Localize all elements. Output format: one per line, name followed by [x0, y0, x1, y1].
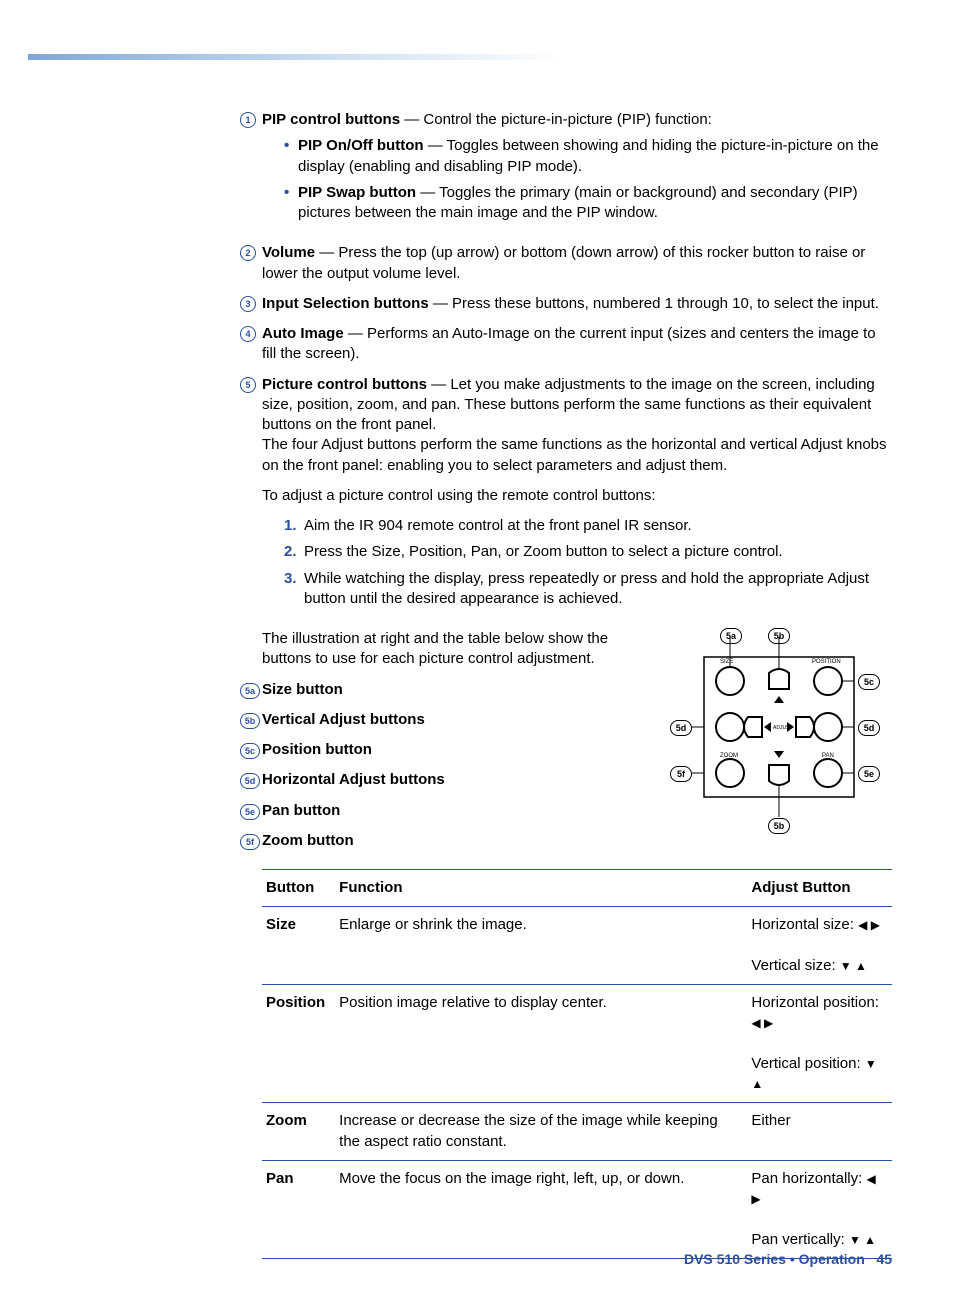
- sub-5e: Pan button: [262, 801, 340, 821]
- callout-5: 5 Picture control buttons — Let you make…: [240, 375, 892, 620]
- adjust-table: Button Function Adjust Button Size Enlar…: [262, 869, 892, 1259]
- remote-diagram: SIZE POSITION ZOOM PAN ADJUST 5a 5b: [662, 629, 892, 839]
- footer-title: DVS 510 Series • Operation: [684, 1251, 865, 1267]
- callout-1-title: PIP control buttons: [262, 111, 400, 128]
- callout-2-desc: — Press the top (up arrow) or bottom (do…: [262, 244, 865, 281]
- callout-number-2: 2: [240, 243, 262, 261]
- subcallout-5a: 5aSize button: [240, 680, 642, 700]
- diag-callout-5d-right: 5d: [858, 719, 880, 736]
- diag-callout-5e: 5e: [858, 765, 880, 782]
- cell-zoom-func: Increase or decrease the size of the ima…: [335, 1103, 747, 1161]
- cell-pan-func: Move the focus on the image right, left,…: [335, 1160, 747, 1258]
- cell-position: Position: [266, 994, 325, 1011]
- callout-5-title: Picture control buttons: [262, 376, 427, 393]
- table-row: Pan Move the focus on the image right, l…: [262, 1160, 892, 1258]
- subcallout-5e: 5ePan button: [240, 801, 642, 821]
- callout-1: 1 PIP control buttons — Control the pict…: [240, 110, 892, 233]
- steps-list: Aim the IR 904 remote control at the fro…: [284, 516, 892, 609]
- callout-1-desc: — Control the picture-in-picture (PIP) f…: [400, 111, 712, 128]
- two-column: The illustration at right and the table …: [262, 629, 892, 861]
- callout-2-title: Volume: [262, 244, 315, 261]
- subcallout-5b: 5bVertical Adjust buttons: [240, 710, 642, 730]
- diag-zoom-label: ZOOM: [720, 753, 738, 759]
- top-gradient-bar: [28, 54, 924, 60]
- cell-position-adj: Horizontal position: ◀ ▶ Vertical positi…: [747, 985, 892, 1103]
- table-row: Position Position image relative to disp…: [262, 985, 892, 1103]
- callout-number-5: 5: [240, 375, 262, 393]
- diag-position-label: POSITION: [812, 659, 841, 665]
- page-footer: DVS 510 Series • Operation 45: [684, 1251, 892, 1267]
- cell-zoom-adj: Either: [747, 1103, 892, 1161]
- callout-number-3: 3: [240, 294, 262, 312]
- cell-size: Size: [266, 916, 296, 933]
- para-illustration: The illustration at right and the table …: [262, 629, 642, 670]
- subcallout-5d: 5dHorizontal Adjust buttons: [240, 770, 642, 790]
- page: 1 PIP control buttons — Control the pict…: [0, 54, 954, 1289]
- sub-1a-title: PIP On/Off button: [298, 137, 424, 154]
- left-column: The illustration at right and the table …: [262, 629, 642, 861]
- footer-page: 45: [876, 1251, 892, 1267]
- cell-position-func: Position image relative to display cente…: [335, 985, 747, 1103]
- diag-callout-5a: 5a: [720, 627, 742, 644]
- diag-adjust-label: ADJUST: [773, 725, 792, 731]
- subcallout-5f: 5fZoom button: [240, 831, 642, 851]
- callout-number-1: 1: [240, 110, 262, 128]
- callout-4-desc: — Performs an Auto-Image on the current …: [262, 325, 876, 362]
- content: 1 PIP control buttons — Control the pict…: [262, 110, 892, 1259]
- diag-callout-5f: 5f: [670, 765, 692, 782]
- cell-pan: Pan: [266, 1170, 294, 1187]
- cell-size-adj: Horizontal size: ◀ ▶ Vertical size: ▼ ▲: [747, 907, 892, 985]
- callout-3: 3 Input Selection buttons — Press these …: [240, 294, 892, 314]
- diag-callout-5d-left: 5d: [670, 719, 692, 736]
- diag-callout-5b-top: 5b: [768, 627, 790, 644]
- diag-callout-5c: 5c: [858, 673, 880, 690]
- subcallout-5c: 5cPosition button: [240, 740, 642, 760]
- sub-5d: Horizontal Adjust buttons: [262, 770, 445, 790]
- callout-3-title: Input Selection buttons: [262, 295, 429, 312]
- callout-3-desc: — Press these buttons, numbered 1 throug…: [429, 295, 879, 312]
- th-adjust: Adjust Button: [747, 870, 892, 907]
- callout-4: 4 Auto Image — Performs an Auto-Image on…: [240, 324, 892, 365]
- cell-size-func: Enlarge or shrink the image.: [335, 907, 747, 985]
- callout-4-title: Auto Image: [262, 325, 344, 342]
- table-row: Size Enlarge or shrink the image. Horizo…: [262, 907, 892, 985]
- diag-pan-label: PAN: [822, 753, 834, 759]
- th-button: Button: [262, 870, 335, 907]
- para-adjust-knobs: The four Adjust buttons perform the same…: [262, 435, 892, 476]
- sub-5a: Size button: [262, 680, 343, 700]
- sub-1b-title: PIP Swap button: [298, 184, 416, 201]
- callout-1-sublist: PIP On/Off button — Toggles between show…: [284, 136, 892, 223]
- diag-callout-5b-bottom: 5b: [768, 817, 790, 834]
- sub-5b: Vertical Adjust buttons: [262, 710, 425, 730]
- diag-size-label: SIZE: [720, 659, 733, 665]
- callout-number-4: 4: [240, 324, 262, 342]
- step-2: Press the Size, Position, Pan, or Zoom b…: [284, 542, 892, 562]
- cell-zoom: Zoom: [266, 1112, 307, 1129]
- step-3: While watching the display, press repeat…: [284, 569, 892, 610]
- sub-5c: Position button: [262, 740, 372, 760]
- table-row: Zoom Increase or decrease the size of th…: [262, 1103, 892, 1161]
- sub-5f: Zoom button: [262, 831, 354, 851]
- th-function: Function: [335, 870, 747, 907]
- callout-2: 2 Volume — Press the top (up arrow) or b…: [240, 243, 892, 284]
- step-1: Aim the IR 904 remote control at the fro…: [284, 516, 892, 536]
- cell-pan-adj: Pan horizontally: ◀ ▶ Pan vertically: ▼ …: [747, 1160, 892, 1258]
- para-to-adjust: To adjust a picture control using the re…: [262, 486, 892, 506]
